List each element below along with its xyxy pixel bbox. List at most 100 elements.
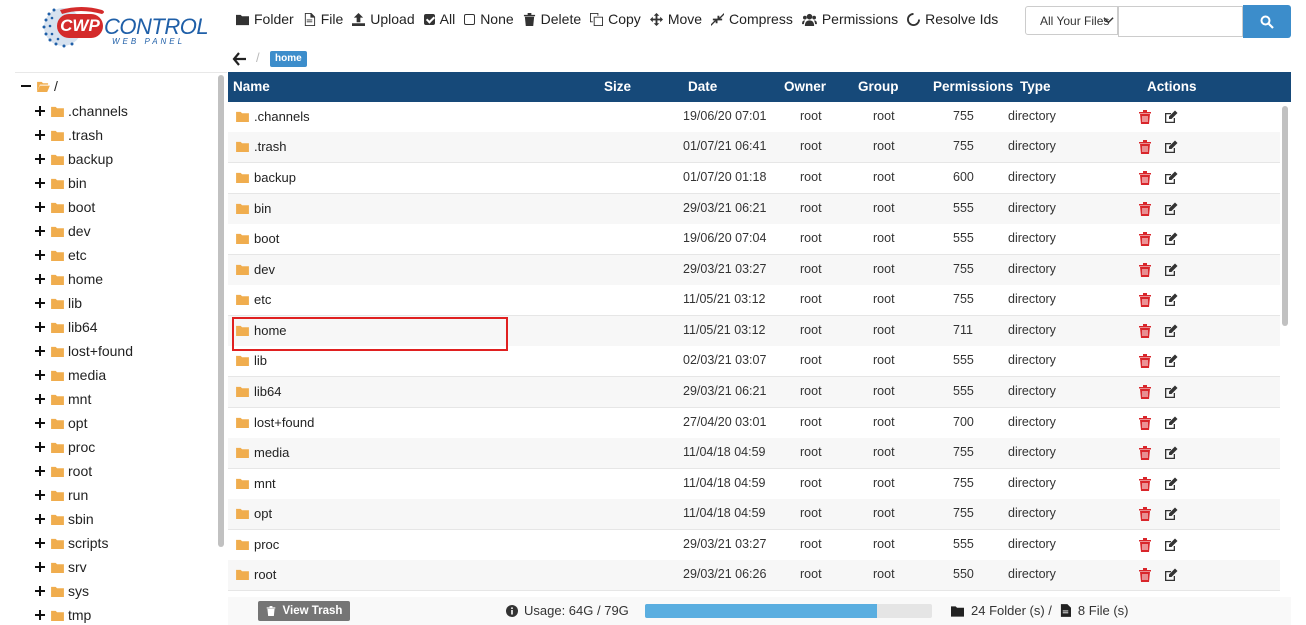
row-delete-button[interactable]	[1139, 507, 1151, 521]
tree-item[interactable]: proc	[35, 437, 95, 457]
row-name[interactable]: dev	[236, 262, 275, 277]
expand-icon[interactable]	[35, 226, 45, 236]
row-edit-button[interactable]	[1164, 446, 1178, 459]
table-row[interactable]: mnt 11/04/18 04:59 root root 755 directory	[228, 469, 1280, 500]
expand-icon[interactable]	[35, 178, 45, 188]
row-name[interactable]: etc	[236, 292, 271, 307]
tree-item[interactable]: scripts	[35, 533, 108, 553]
table-row[interactable]: .trash 01/07/21 06:41 root root 755 directory	[228, 132, 1280, 163]
table-row[interactable]: media 11/04/18 04:59 root root 755 directory	[228, 438, 1280, 469]
row-delete-button[interactable]	[1139, 416, 1151, 430]
expand-icon[interactable]	[35, 106, 45, 116]
row-name[interactable]: lib	[236, 353, 267, 368]
row-edit-button[interactable]	[1164, 140, 1178, 153]
row-edit-button[interactable]	[1164, 385, 1178, 398]
row-edit-button[interactable]	[1164, 324, 1178, 337]
cwp-logo[interactable]: CWP CONTROL WEB PANEL	[40, 4, 209, 50]
sidebar-scrollbar[interactable]	[218, 75, 224, 547]
tree-item[interactable]: sys	[35, 581, 89, 601]
row-edit-button[interactable]	[1164, 416, 1178, 429]
table-scrollbar[interactable]	[1282, 106, 1288, 326]
row-edit-button[interactable]	[1164, 202, 1178, 215]
expand-icon[interactable]	[35, 202, 45, 212]
tree-item[interactable]: lib	[35, 293, 82, 313]
row-edit-button[interactable]	[1164, 507, 1178, 520]
row-delete-button[interactable]	[1139, 232, 1151, 246]
expand-icon[interactable]	[35, 298, 45, 308]
delete-button[interactable]: Delete	[523, 11, 581, 27]
row-delete-button[interactable]	[1139, 446, 1151, 460]
table-row[interactable]: .channels 19/06/20 07:01 root root 755 direct…	[228, 102, 1280, 133]
tree-item[interactable]: lost+found	[35, 341, 133, 361]
expand-icon[interactable]	[35, 586, 45, 596]
col-group[interactable]: Group	[858, 79, 899, 94]
tree-item[interactable]: bin	[35, 173, 87, 193]
search-button[interactable]	[1243, 5, 1291, 38]
tree-item[interactable]: mnt	[35, 389, 91, 409]
row-delete-button[interactable]	[1139, 293, 1151, 307]
expand-icon[interactable]	[35, 394, 45, 404]
row-name[interactable]: opt	[236, 506, 272, 521]
row-name[interactable]: backup	[236, 170, 296, 185]
expand-icon[interactable]	[35, 274, 45, 284]
row-name[interactable]: mnt	[236, 476, 276, 491]
row-edit-button[interactable]	[1164, 110, 1178, 123]
row-delete-button[interactable]	[1139, 324, 1151, 338]
tree-item[interactable]: home	[35, 269, 103, 289]
search-scope-select[interactable]: All Your Files	[1025, 6, 1118, 35]
select-none-button[interactable]: None	[464, 11, 514, 27]
row-name[interactable]: media	[236, 445, 289, 460]
row-name[interactable]: lost+found	[236, 415, 314, 430]
new-folder-button[interactable]: Folder	[236, 11, 294, 27]
row-delete-button[interactable]	[1139, 263, 1151, 277]
tree-item[interactable]: media	[35, 365, 106, 385]
table-row[interactable]: proc 29/03/21 03:27 root root 555 directory	[228, 530, 1280, 561]
row-edit-button[interactable]	[1164, 568, 1178, 581]
row-delete-button[interactable]	[1139, 477, 1151, 491]
expand-icon[interactable]	[35, 418, 45, 428]
table-row[interactable]: lib64 29/03/21 06:21 root root 555 directory	[228, 377, 1280, 408]
tree-item[interactable]: boot	[35, 197, 95, 217]
expand-icon[interactable]	[35, 490, 45, 500]
table-row[interactable]: dev 29/03/21 03:27 root root 755 directory	[228, 255, 1280, 286]
tree-item[interactable]: lib64	[35, 317, 98, 337]
tree-item[interactable]: .trash	[35, 125, 103, 145]
row-edit-button[interactable]	[1164, 232, 1178, 245]
row-delete-button[interactable]	[1139, 110, 1151, 124]
resolve-ids-button[interactable]: Resolve Ids	[907, 11, 998, 27]
col-permissions[interactable]: Permissions	[933, 79, 1013, 94]
select-all-button[interactable]: All	[423, 11, 455, 27]
copy-button[interactable]: Copy	[590, 11, 641, 27]
expand-icon[interactable]	[35, 442, 45, 452]
breadcrumb-current[interactable]: home	[270, 51, 307, 67]
row-name[interactable]: .channels	[236, 109, 310, 124]
table-row[interactable]: bin 29/03/21 06:21 root root 555 directory	[228, 194, 1280, 225]
tree-item[interactable]: opt	[35, 413, 87, 433]
tree-item[interactable]: tmp	[35, 605, 91, 625]
row-delete-button[interactable]	[1139, 171, 1151, 185]
row-delete-button[interactable]	[1139, 568, 1151, 582]
row-name[interactable]: proc	[236, 537, 279, 552]
row-name[interactable]: boot	[236, 231, 279, 246]
row-edit-button[interactable]	[1164, 171, 1178, 184]
expand-icon[interactable]	[35, 514, 45, 524]
tree-item[interactable]: .channels	[35, 101, 128, 121]
tree-root[interactable]: /	[21, 77, 58, 95]
row-delete-button[interactable]	[1139, 538, 1151, 552]
row-name[interactable]: home	[236, 323, 287, 338]
expand-icon[interactable]	[35, 154, 45, 164]
table-row[interactable]: etc 11/05/21 03:12 root root 755 directory	[228, 285, 1280, 316]
row-delete-button[interactable]	[1139, 385, 1151, 399]
tree-item[interactable]: root	[35, 461, 92, 481]
row-delete-button[interactable]	[1139, 202, 1151, 216]
col-size[interactable]: Size	[604, 79, 631, 94]
expand-icon[interactable]	[35, 466, 45, 476]
expand-icon[interactable]	[35, 370, 45, 380]
col-name[interactable]: Name	[233, 79, 270, 94]
table-row[interactable]: run01/07/21 06:46rootroot755directory	[228, 591, 1280, 595]
search-input[interactable]	[1118, 6, 1243, 37]
tree-item[interactable]: backup	[35, 149, 113, 169]
tree-item[interactable]: srv	[35, 557, 87, 577]
permissions-button[interactable]: Permissions	[801, 11, 898, 27]
expand-icon[interactable]	[35, 538, 45, 548]
